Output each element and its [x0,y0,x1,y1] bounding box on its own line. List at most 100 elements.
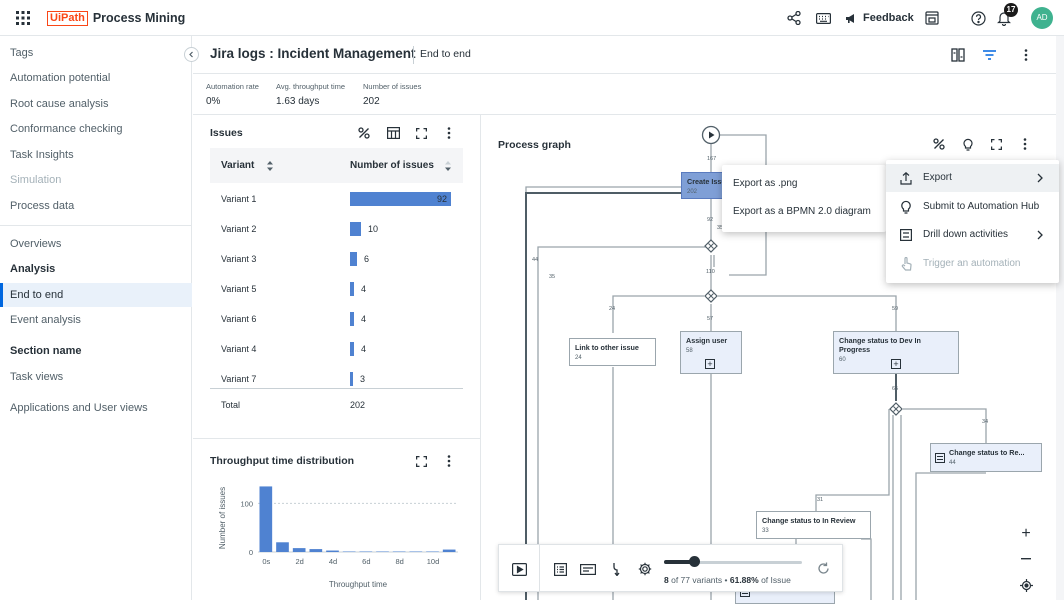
brand-logo[interactable]: UiPath Process Mining [47,10,185,26]
insights-lightbulb-icon[interactable] [961,137,975,151]
avatar[interactable]: AD [1031,7,1053,29]
graph-node-create-issue[interactable]: Create Issue202 [681,172,723,199]
news-icon[interactable] [924,10,940,26]
animation-toolbar: 8 of 77 variants • 61.88% of Issue [498,544,843,592]
total-value: 202 [350,400,365,410]
sidebar-item-task-insights[interactable]: Task Insights [0,143,192,167]
issue-count: 4 [361,314,366,324]
sidebar-item-tags[interactable]: Tags [0,41,192,65]
edge-label: 44 [532,257,538,263]
expand-icon[interactable]: + [705,359,715,369]
app-launcher-icon[interactable] [16,11,30,25]
issues-table-header: Variant Number of issues [210,148,463,183]
help-icon[interactable] [970,10,986,26]
table-row[interactable]: Variant 54 [210,274,463,304]
sidebar-item-end-to-end[interactable]: End to end [0,283,192,307]
sidebar-item-event-analysis[interactable]: Event analysis [0,308,192,332]
play-animation-icon[interactable] [511,561,527,577]
settings-gear-icon[interactable] [637,561,653,577]
sidebar-item-overviews[interactable]: Overviews [0,232,192,256]
sidebar-item-root-cause-analysis[interactable]: Root cause analysis [0,92,192,116]
sidebar-item-label: Task views [10,371,63,383]
kpi-label: Automation rate [206,82,259,91]
graph-node-dev-in-progress[interactable]: Change status to Dev In Progress60 + [833,331,959,374]
percent-icon[interactable] [357,126,371,140]
graph-fullscreen-icon[interactable] [989,137,1003,151]
table-row[interactable]: Variant 36 [210,244,463,274]
table-row[interactable]: Variant 44 [210,334,463,364]
sidebar-item-label: Tags [10,47,33,59]
keyboard-icon[interactable] [815,10,831,26]
lightbulb-icon [900,200,912,214]
zoom-out-icon[interactable] [1018,551,1034,567]
page-title: Jira logs : Incident Management [210,46,416,61]
more-options-icon[interactable] [1018,47,1034,63]
menu-item-export[interactable]: Export [886,164,1059,192]
graph-node-link-to-other-issue[interactable]: Link to other issue24 [569,338,656,366]
feedback-label: Feedback [863,12,914,24]
variant-name: Variant 5 [221,284,256,294]
column-header-variant[interactable]: Variant [221,160,254,171]
page-subtitle: End to end [420,48,471,60]
menu-item-drill-down-activities[interactable]: Drill down activities [886,221,1059,249]
export-bpmn-item[interactable]: Export as a BPMN 2.0 diagram [722,198,886,226]
throughput-fullscreen-icon[interactable] [414,454,428,468]
recenter-icon[interactable] [1018,577,1034,593]
table-row[interactable]: Variant 6 4 [210,304,463,334]
edge-label: 167 [707,156,716,162]
filter-icon[interactable] [981,47,997,63]
labels-icon[interactable] [579,561,597,577]
fullscreen-icon[interactable] [414,126,428,140]
reset-icon[interactable] [815,560,831,576]
page-header: Jira logs : Incident Management End to e… [193,36,1056,74]
issue-count-bar [350,312,354,326]
variant-name: Variant 6 [221,314,256,324]
sidebar-item-applications-user-views[interactable]: Applications and User views [0,396,192,420]
graph-node-status-review[interactable]: Change status to Re...44 [930,443,1042,472]
table-row[interactable]: Variant 73 [210,364,463,394]
sidebar-item-task-views[interactable]: Task views [0,365,192,389]
sort-descending-icon[interactable] [444,160,452,171]
sidebar-item-process-data[interactable]: Process data [0,194,192,218]
export-png-item[interactable]: Export as .png [722,170,886,198]
sidebar-item-label: Conformance checking [10,123,123,135]
feedback-button[interactable]: Feedback [845,10,914,26]
sidebar-item-automation-potential[interactable]: Automation potential [0,66,192,90]
variant-name: Variant 7 [221,374,256,384]
variant-slider[interactable] [664,559,802,565]
graph-more-icon[interactable] [1018,137,1032,151]
issue-count: 10 [368,224,378,234]
expand-icon[interactable]: + [891,359,901,369]
table-view-icon[interactable] [386,126,400,140]
kpi-value: 1.63 days [276,96,345,107]
slider-thumb[interactable] [689,556,700,567]
share-icon[interactable] [786,10,802,26]
node-label: Assign user [686,336,727,345]
sidebar-section-label: Section name [10,345,82,357]
scroll-track[interactable] [1056,36,1064,600]
edge-route-icon[interactable] [610,561,624,577]
issues-more-icon[interactable] [442,126,456,140]
graph-node-status-in-review[interactable]: Change status to In Review33 [756,511,871,539]
throughput-more-icon[interactable] [442,454,456,468]
sidebar-section-name: Section name [0,339,192,363]
zoom-in-icon[interactable]: + [1018,526,1034,542]
graph-node-assign-user[interactable]: Assign user58 + [680,331,742,374]
table-row[interactable]: Variant 210 [210,214,463,244]
compare-icon[interactable] [950,47,966,63]
table-row[interactable]: Variant 192 [210,184,463,214]
y-axis-title: Number of issues [218,487,227,549]
activity-list-icon[interactable] [552,561,568,577]
kpi-value: 202 [363,96,421,107]
graph-percent-icon[interactable] [932,137,946,151]
variants-shown: 8 [664,575,669,585]
column-header-number-of-issues[interactable]: Number of issues [350,160,434,171]
edge-label: 35 [549,274,555,280]
menu-item-submit-automation-hub[interactable]: Submit to Automation Hub [886,193,1059,221]
histogram-bar [310,549,323,552]
collapse-group-icon[interactable] [935,453,945,463]
throughput-histogram: 01000s2d4d6d8d10dNumber of issuesThrough… [210,476,470,598]
sidebar-item-label: Process data [10,200,74,212]
sidebar-item-conformance-checking[interactable]: Conformance checking [0,117,192,141]
sort-icon[interactable] [266,160,274,171]
